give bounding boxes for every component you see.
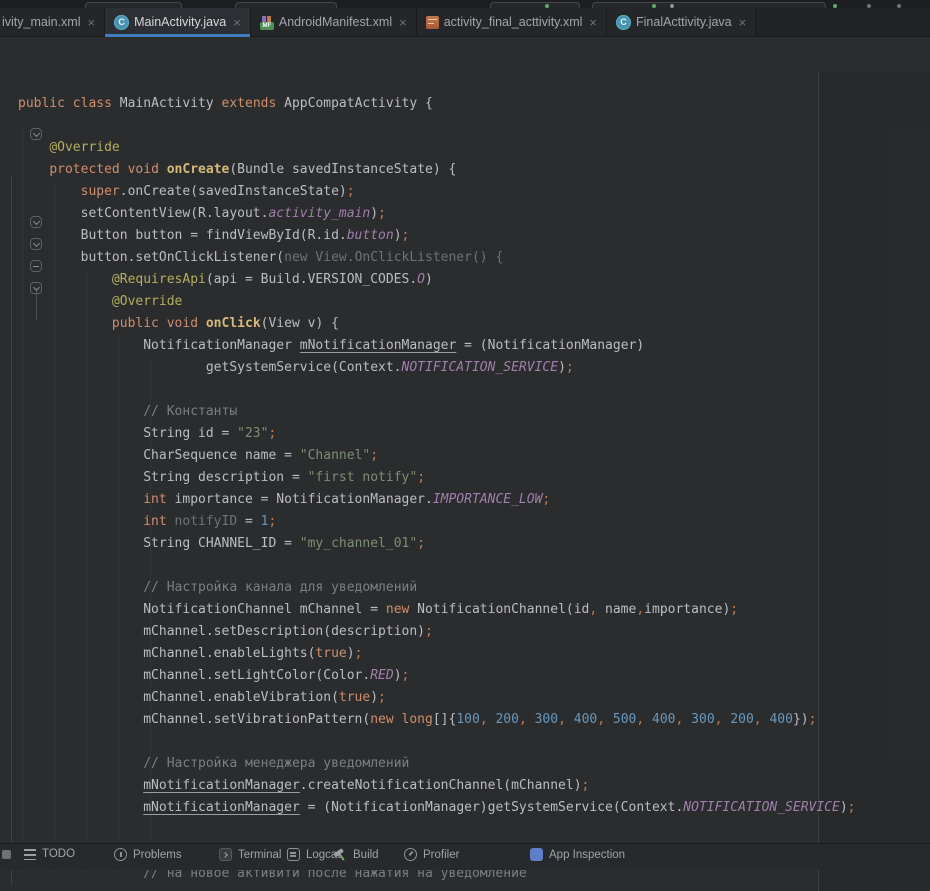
code-line: setContentView(R.layout.activity_main); <box>18 203 856 225</box>
code-line: mChannel.setVibrationPattern(new long[]{… <box>18 709 856 731</box>
code-line: button.setOnClickListener(new View.OnCli… <box>18 247 856 269</box>
xml-layout-icon <box>426 16 439 29</box>
code-line: protected void onCreate(Bundle savedInst… <box>18 159 856 181</box>
code-line: getSystemService(Context.NOTIFICATION_SE… <box>18 357 856 379</box>
code-line: String CHANNEL_ID = "my_channel_01"; <box>18 533 856 555</box>
close-icon[interactable]: × <box>399 16 407 29</box>
code-line: CharSequence name = "Channel"; <box>18 445 856 467</box>
code-editor[interactable]: public class MainActivity extends AppCom… <box>0 36 930 855</box>
tab-finalacttivity-java[interactable]: C FinalActtivity.java × <box>607 8 756 36</box>
tab-ivity-main-xml[interactable]: ivity_main.xml × <box>0 8 105 36</box>
fold-extent-line <box>11 176 12 884</box>
tab-label: FinalActtivity.java <box>636 15 732 29</box>
close-icon[interactable]: × <box>88 16 96 29</box>
statusbar-item-label: TODO <box>42 848 75 860</box>
manifest-badge: MF <box>260 22 274 30</box>
code-line: super.onCreate(savedInstanceState); <box>18 181 856 203</box>
editor-tab-bar: ivity_main.xml × C MainActivity.java × MF Andr… <box>0 8 930 37</box>
code-line: mNotificationManager.createNotificationC… <box>18 775 856 797</box>
code-line: mChannel.setLightColor(Color.RED); <box>18 665 856 687</box>
manifest-icon-bars <box>262 16 271 22</box>
tab-label: ivity_main.xml <box>2 15 81 29</box>
code-line <box>18 379 856 401</box>
tab-activity-final-acttivity-xml[interactable]: activity_final_acttivity.xml × <box>417 8 607 36</box>
code-line <box>18 731 856 753</box>
tool-window-corner[interactable] <box>2 848 11 859</box>
code-line: mChannel.enableLights(true); <box>18 643 856 665</box>
code-line: mChannel.setDescription(description); <box>18 621 856 643</box>
close-icon[interactable]: × <box>589 16 597 29</box>
code-line: mNotificationManager = (NotificationMana… <box>18 797 856 819</box>
code-line: // Настройка канала для уведомлений <box>18 577 856 599</box>
code-line: NotificationManager mNotificationManager… <box>18 335 856 357</box>
tab-androidmanifest-xml[interactable]: MF AndroidManifest.xml × <box>251 8 417 36</box>
manifest-icon: MF <box>260 15 274 30</box>
code-line: String id = "23"; <box>18 423 856 445</box>
code-line <box>18 555 856 577</box>
main-toolbar-strip <box>0 0 930 8</box>
code-line: @Override <box>18 291 856 313</box>
java-class-icon: C <box>114 15 129 30</box>
code-line: // Константы <box>18 401 856 423</box>
tab-label: activity_final_acttivity.xml <box>444 15 583 29</box>
java-class-icon: C <box>616 15 631 30</box>
tab-label: MainActivity.java <box>134 15 226 29</box>
code-line: mChannel.enableVibration(true); <box>18 687 856 709</box>
code-line: String description = "first notify"; <box>18 467 856 489</box>
close-icon[interactable]: × <box>233 16 241 29</box>
code-line: NotificationChannel mChannel = new Notif… <box>18 599 856 621</box>
close-icon[interactable]: × <box>739 16 747 29</box>
code-line: Button button = findViewById(R.id.button… <box>18 225 856 247</box>
code-line: int notifyID = 1; <box>18 511 856 533</box>
code-line: public void onClick(View v) { <box>18 313 856 335</box>
code-line: @Override <box>18 137 856 159</box>
tab-label: AndroidManifest.xml <box>279 15 392 29</box>
code-line <box>18 819 856 841</box>
code-line: @RequiresApi(api = Build.VERSION_CODES.O… <box>18 269 856 291</box>
tool-window-bar: TODOProblemsTerminalLogcatBuildProfilerA… <box>0 843 930 870</box>
tab-mainactivity-java[interactable]: C MainActivity.java × <box>105 8 251 36</box>
code-line: int importance = NotificationManager.IMP… <box>18 489 856 511</box>
statusbar-item-todo[interactable]: TODO <box>24 848 75 860</box>
code-line: // Настройка менеджера уведомлений <box>18 753 856 775</box>
code-text[interactable]: public class MainActivity extends AppCom… <box>18 93 856 885</box>
code-line <box>18 115 856 137</box>
code-line: public class MainActivity extends AppCom… <box>18 93 856 115</box>
